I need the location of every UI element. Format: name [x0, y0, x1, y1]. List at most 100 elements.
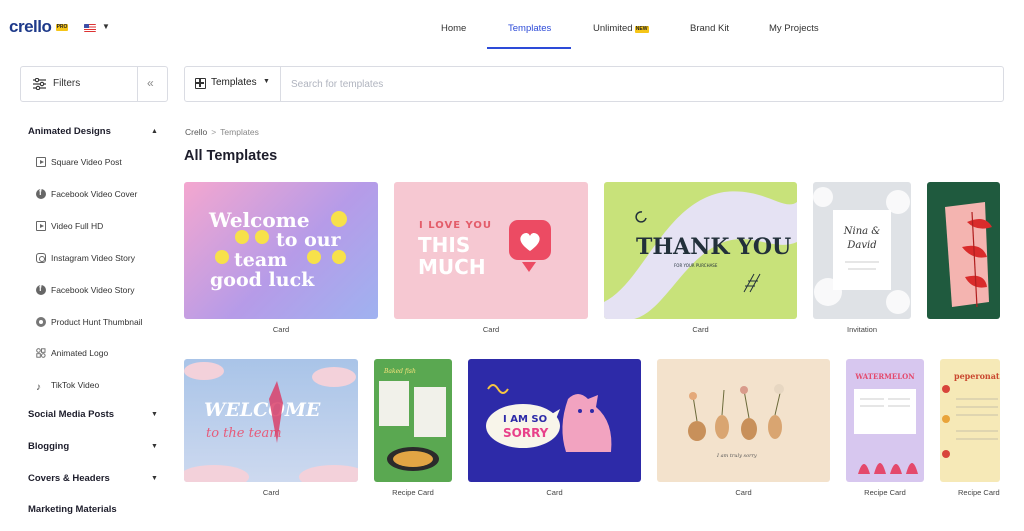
sidebar-item-animated-logo[interactable]: Animated Logo	[36, 348, 108, 358]
new-badge: NEW	[634, 26, 649, 33]
sidebar-item-square-video-post[interactable]: Square Video Post	[36, 157, 122, 167]
collapse-sidebar-icon[interactable]: «	[147, 76, 154, 90]
card-thumbnail: I AM SO SORRY	[486, 384, 612, 452]
breadcrumb-current: Templates	[220, 127, 259, 137]
card-thumbnail: I am truly sorry	[688, 384, 784, 459]
sidebar-item-label: Instagram Video Story	[51, 253, 135, 263]
facebook-icon	[36, 188, 46, 199]
card-label: Card	[262, 488, 280, 497]
card-thumbnail: THANK YOU FOR YOUR PURCHASE	[604, 191, 797, 319]
sidebar-item-product-hunt-thumbnail[interactable]: Product Hunt Thumbnail	[36, 317, 143, 327]
card-thumbnail: Welcome to our team good luck	[208, 208, 347, 291]
card-text: WATERMELON	[854, 372, 915, 381]
card-label: Recipe Card	[958, 488, 1000, 497]
filters-button[interactable]: Filters «	[20, 66, 168, 102]
card-text: I LOVE YOU	[419, 220, 492, 231]
page-title: All Templates	[184, 148, 278, 164]
instagram-icon	[36, 253, 46, 263]
us-flag-icon[interactable]	[84, 24, 96, 32]
sidebar-item-video-full-hd[interactable]: Video Full HD	[36, 221, 103, 231]
filters-divider	[137, 67, 138, 101]
card-label: Card	[735, 488, 752, 497]
producthunt-icon	[36, 317, 46, 327]
tiktok-icon: ♪	[36, 382, 41, 393]
card-label: Recipe Card	[864, 488, 906, 497]
chevron-down-icon: ▼	[263, 78, 270, 85]
sidebar-item-label: Facebook Video Story	[51, 285, 135, 295]
crello-logo[interactable]: crello	[9, 17, 52, 37]
card-label: Recipe Card	[392, 488, 434, 497]
nav-my-projects[interactable]: My Projects	[769, 23, 819, 34]
chevron-down-icon[interactable]: ▼	[151, 411, 158, 418]
sidebar-item-label: Animated Logo	[51, 348, 109, 358]
search-input[interactable]	[283, 68, 983, 100]
play-square-icon	[36, 157, 46, 167]
sidebar-item-label: Square Video Post	[51, 157, 122, 167]
template-card[interactable]: I LOVE YOU THIS MUCH	[394, 182, 588, 319]
filters-label: Filters	[53, 78, 81, 89]
chevron-up-icon[interactable]: ▲	[151, 128, 158, 135]
nav-unlimited[interactable]: Unlimited NEW	[593, 23, 649, 34]
card-thumbnail: peperonata	[942, 371, 1000, 458]
chevron-down-icon[interactable]: ▼	[151, 443, 158, 450]
card-label: Card	[546, 488, 563, 497]
card-text: WELCOME	[204, 399, 321, 421]
breadcrumb-root[interactable]: Crello	[185, 127, 207, 137]
card-text: Nina &	[843, 226, 881, 237]
sidebar-item-facebook-video-cover[interactable]: Facebook Video Cover	[36, 188, 138, 199]
template-card[interactable]	[927, 182, 1000, 319]
sidebar-item-tiktok-video[interactable]: ♪ TikTok Video	[36, 380, 99, 393]
section-covers-headers[interactable]: Covers & Headers	[28, 473, 110, 484]
sidebar-item-facebook-video-story[interactable]: Facebook Video Story	[36, 284, 135, 295]
chevron-down-icon[interactable]: ▼	[151, 475, 158, 482]
section-blogging[interactable]: Blogging	[28, 441, 69, 452]
template-card[interactable]: I AM SO SORRY	[468, 359, 641, 482]
search-bar: Templates ▼	[184, 66, 1004, 102]
active-tab-indicator	[487, 47, 571, 49]
nav-brand-kit[interactable]: Brand Kit	[690, 23, 729, 34]
sidebar-item-label: Facebook Video Cover	[51, 189, 138, 199]
templates-dropdown[interactable]: Templates ▼	[185, 67, 281, 101]
card-text: David	[846, 240, 876, 251]
template-card[interactable]: THANK YOU FOR YOUR PURCHASE	[604, 182, 797, 319]
breadcrumb: Crello > Templates	[185, 127, 259, 137]
section-animated-designs[interactable]: Animated Designs	[28, 126, 111, 137]
card-thumbnail: WATERMELON	[854, 372, 918, 474]
template-card[interactable]: I am truly sorry	[657, 359, 830, 482]
card-label: Card	[272, 325, 290, 334]
card-text: SORRY	[503, 426, 549, 440]
card-thumbnail: Nina & David	[813, 187, 910, 314]
card-text: FOR YOUR PURCHASE	[674, 263, 718, 268]
card-text: to our	[276, 229, 342, 251]
card-text: THANK YOU	[636, 234, 791, 260]
card-text: I am truly sorry	[716, 453, 757, 459]
shapes-icon	[36, 348, 46, 358]
template-card[interactable]: peperonata	[940, 359, 1000, 482]
template-card[interactable]: Baked fish	[374, 359, 452, 482]
play-square-icon	[36, 221, 46, 231]
sidebar-item-instagram-video-story[interactable]: Instagram Video Story	[36, 253, 135, 263]
sidebar-item-label: TikTok Video	[51, 380, 100, 390]
pro-badge: PRO	[56, 24, 68, 31]
card-text: Baked fish	[383, 368, 416, 375]
nav-templates[interactable]: Templates	[508, 23, 551, 34]
template-card[interactable]: Nina & David	[813, 182, 911, 319]
template-card[interactable]: WATERMELON	[846, 359, 924, 482]
card-text: good luck	[210, 269, 315, 291]
template-card[interactable]: WELCOME to the team	[184, 359, 358, 482]
card-text: THIS	[418, 233, 470, 257]
breadcrumb-separator: >	[211, 127, 217, 137]
template-card[interactable]: Welcome to our team good luck	[184, 182, 378, 319]
templates-grid-icon	[195, 78, 206, 89]
card-text: peperonata	[954, 371, 1000, 381]
card-thumbnail: Baked fish	[379, 368, 446, 471]
section-social-media-posts[interactable]: Social Media Posts	[28, 409, 114, 420]
section-marketing-materials[interactable]: Marketing Materials	[28, 504, 117, 515]
nav-unlimited-label: Unlimited	[593, 23, 633, 34]
card-label: Invitation	[846, 325, 878, 334]
card-thumbnail: WELCOME to the team	[184, 362, 358, 482]
facebook-icon	[36, 284, 46, 295]
language-caret-icon[interactable]: ▼	[102, 22, 110, 31]
nav-home[interactable]: Home	[441, 23, 466, 34]
top-bar: crello PRO ▼ Home Templates Unlimited NEW…	[0, 0, 1024, 56]
